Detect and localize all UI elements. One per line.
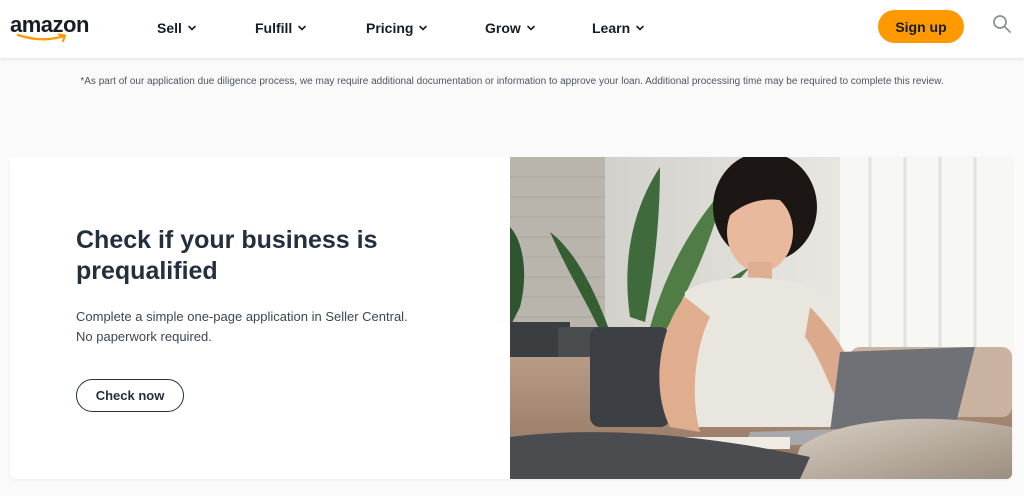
chevron-down-icon (526, 25, 535, 31)
card-description-line: No paperwork required. (76, 329, 212, 344)
check-now-button[interactable]: Check now (76, 379, 184, 412)
amazon-logo[interactable]: amazon (10, 13, 92, 45)
nav-label: Fulfill (255, 20, 293, 36)
top-header: amazon Sell Fulfill Pricing Grow Learn S… (0, 0, 1024, 58)
card-content: Check if your business is prequalified C… (10, 157, 510, 479)
prequalify-card: Check if your business is prequalified C… (10, 157, 1012, 479)
sign-up-button[interactable]: Sign up (878, 10, 964, 43)
nav-sell[interactable]: Sell (157, 18, 197, 38)
card-description: Complete a simple one-page application i… (76, 307, 476, 347)
nav-label: Learn (592, 20, 631, 36)
nav-label: Sell (157, 20, 182, 36)
smile-arrow-icon (16, 33, 67, 43)
loan-disclaimer: *As part of our application due diligenc… (80, 76, 944, 87)
nav-label: Pricing (366, 20, 414, 36)
nav-label: Grow (485, 20, 521, 36)
nav-fulfill[interactable]: Fulfill (255, 18, 307, 38)
nav-pricing[interactable]: Pricing (366, 18, 428, 38)
card-title: Check if your business is prequalified (76, 226, 378, 285)
chevron-down-icon (636, 25, 644, 31)
nav-grow[interactable]: Grow (485, 18, 536, 38)
woman-with-laptop-photo (510, 157, 1012, 479)
chevron-down-icon (298, 25, 307, 31)
nav-learn[interactable]: Learn (592, 18, 645, 38)
card-description-line: Complete a simple one-page application i… (76, 309, 408, 324)
search-icon[interactable] (992, 14, 1012, 34)
chevron-down-icon (188, 25, 196, 31)
chevron-down-icon (419, 25, 428, 31)
